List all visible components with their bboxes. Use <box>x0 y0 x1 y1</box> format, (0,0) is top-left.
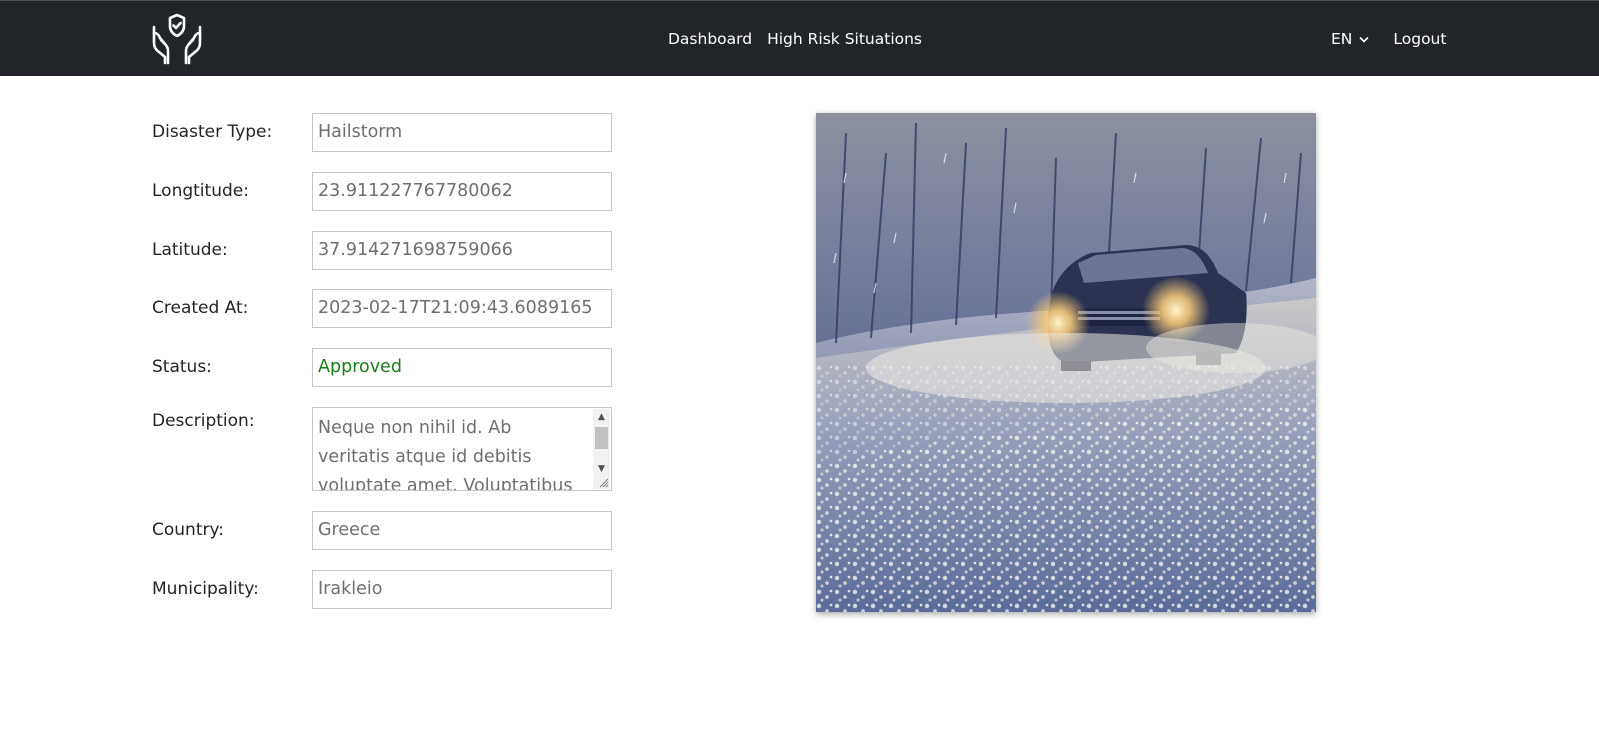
field-row-municipality: Municipality: Irakleio <box>152 570 612 609</box>
field-row-created-at: Created At: 2023-02-17T21:09:43.6089165 <box>152 289 612 328</box>
description-text: Neque non nihil id. Ab veritatis atque i… <box>318 418 573 491</box>
logout-button[interactable]: Logout <box>1393 30 1446 48</box>
latitude-field[interactable]: 37.914271698759066 <box>312 231 612 270</box>
country-field[interactable]: Greece <box>312 511 612 550</box>
hands-shield-icon[interactable] <box>151 13 203 65</box>
status-field[interactable]: Approved <box>312 348 612 387</box>
scroll-thumb[interactable] <box>595 427 608 449</box>
created-at-label: Created At: <box>152 298 249 318</box>
status-label: Status: <box>152 357 212 377</box>
top-navbar: Dashboard High Risk Situations EN Logout <box>0 0 1599 76</box>
disaster-type-field[interactable]: Hailstorm <box>312 113 612 152</box>
resize-grip-icon[interactable] <box>597 476 609 488</box>
field-row-longitude: Longtitude: 23.911227767780062 <box>152 172 612 211</box>
description-label: Description: <box>152 411 255 431</box>
country-label: Country: <box>152 520 225 540</box>
description-textarea[interactable]: Neque non nihil id. Ab veritatis atque i… <box>312 407 612 491</box>
field-row-country: Country: Greece <box>152 511 612 550</box>
language-dropdown[interactable]: EN <box>1331 30 1369 48</box>
language-label: EN <box>1331 30 1353 48</box>
disaster-photo <box>816 113 1316 612</box>
nav-right: EN Logout <box>1331 1 1446 77</box>
disaster-type-label: Disaster Type: <box>152 122 273 142</box>
municipality-label: Municipality: <box>152 579 259 599</box>
nav-link-high-risk-situations[interactable]: High Risk Situations <box>767 30 922 48</box>
longitude-label: Longtitude: <box>152 181 249 201</box>
field-row-status: Status: Approved <box>152 348 612 387</box>
field-row-disaster-type: Disaster Type: Hailstorm <box>152 113 612 152</box>
nav-link-dashboard[interactable]: Dashboard <box>668 30 752 48</box>
municipality-field[interactable]: Irakleio <box>312 570 612 609</box>
created-at-field[interactable]: 2023-02-17T21:09:43.6089165 <box>312 289 612 328</box>
scroll-down-arrow-icon[interactable]: ▼ <box>593 461 610 477</box>
main-nav: Dashboard High Risk Situations <box>668 1 922 77</box>
longitude-field[interactable]: 23.911227767780062 <box>312 172 612 211</box>
field-row-description: Description: Neque non nihil id. Ab veri… <box>152 407 612 491</box>
chevron-down-icon <box>1359 36 1369 43</box>
scroll-up-arrow-icon[interactable]: ▲ <box>593 409 610 425</box>
latitude-label: Latitude: <box>152 240 228 260</box>
field-row-latitude: Latitude: 37.914271698759066 <box>152 231 612 270</box>
